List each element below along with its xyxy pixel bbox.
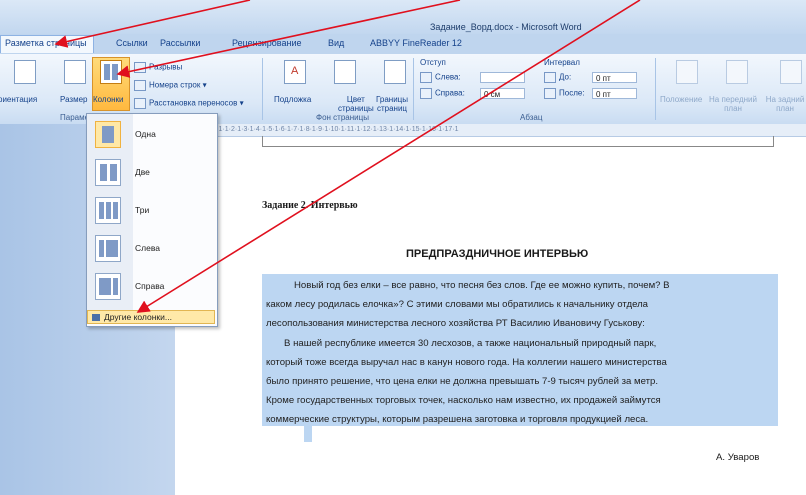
indent-left-input[interactable] <box>480 72 525 83</box>
tab-review[interactable]: Рецензирование <box>232 38 302 48</box>
columns-button[interactable]: Колонки <box>93 95 124 104</box>
position-button[interactable]: Положение <box>660 95 702 104</box>
body-line: лесопользования министерства лесного хоз… <box>266 318 645 329</box>
title-bar: Задание_Ворд.docx - Microsoft Word <box>0 0 806 34</box>
position-icon[interactable] <box>676 60 698 84</box>
indent-left-icon <box>420 72 432 83</box>
body-line: коммерческие структуры, которым разрешен… <box>266 414 649 425</box>
columns-option-one[interactable]: Одна <box>91 117 215 153</box>
columns-option-three[interactable]: Три <box>91 193 215 229</box>
task-heading: Задание 2. Интервью <box>262 200 358 211</box>
hyphenation-icon <box>134 98 146 109</box>
indent-right-icon <box>420 88 432 99</box>
spacing-after-label: После: <box>544 88 585 99</box>
indent-right-label: Справа: <box>420 88 465 99</box>
tab-page-layout[interactable]: Разметка страницы <box>0 35 94 53</box>
hyphenation-button[interactable]: Расстановка переносов ▾ <box>134 98 244 109</box>
columns-dropdown: Одна Две Три Слева Справа Другие колонки… <box>86 113 218 327</box>
line-numbers-button[interactable]: Номера строк ▾ <box>134 80 207 91</box>
page-borders-button[interactable]: Границы страниц <box>376 95 408 113</box>
spacing-label: Интервал <box>544 58 580 67</box>
indent-label: Отступ <box>420 58 446 67</box>
columns-option-left[interactable]: Слева <box>91 231 215 267</box>
body-line: В нашей республике имеется 30 лесхозов, … <box>284 338 657 349</box>
send-back-icon[interactable] <box>780 60 802 84</box>
bring-front-button[interactable]: На передний план <box>704 95 762 113</box>
one-column-icon <box>95 121 121 148</box>
tab-references[interactable]: Ссылки <box>116 38 148 48</box>
two-columns-icon <box>95 159 121 186</box>
ribbon-tabs: Разметка страницы Ссылки Рассылки Реценз… <box>0 34 806 55</box>
text-selection <box>304 426 312 442</box>
document-title: ПРЕДПРАЗДНИЧНОЕ ИНТЕРВЬЮ <box>406 248 589 260</box>
watermark-icon[interactable]: A <box>284 60 306 84</box>
paragraph-group-label: Абзац <box>520 113 543 122</box>
tab-mailings[interactable]: Рассылки <box>160 38 200 48</box>
columns-icon <box>92 314 100 321</box>
window-title: Задание_Ворд.docx - Microsoft Word <box>430 22 582 32</box>
watermark-button[interactable]: Подложка <box>274 95 311 104</box>
size-button[interactable]: Размер <box>60 95 88 104</box>
page-color-button[interactable]: Цвет страницы <box>338 95 374 113</box>
orientation-button[interactable]: риентация <box>0 95 37 104</box>
columns-option-right[interactable]: Справа <box>91 269 215 305</box>
body-line: Кроме государственных торговых точек, на… <box>266 395 661 406</box>
body-line: который тоже всегда выручал нас в канун … <box>266 357 667 368</box>
spacing-before-label: До: <box>544 72 571 83</box>
spacing-before-icon <box>544 72 556 83</box>
line-numbers-icon <box>134 80 146 91</box>
body-line: Новый год без елки – все равно, что песн… <box>294 280 670 291</box>
indent-left-label: Слева: <box>420 72 461 83</box>
page-borders-icon[interactable] <box>384 60 406 84</box>
spacing-after-icon <box>544 88 556 99</box>
background-group-label: Фон страницы <box>316 113 369 122</box>
three-columns-icon <box>95 197 121 224</box>
body-line: было принято решение, что цена елки не д… <box>266 376 659 387</box>
right-column-icon <box>95 273 121 300</box>
spacing-before-input[interactable]: 0 пт <box>592 72 637 83</box>
tab-view[interactable]: Вид <box>328 38 344 48</box>
size-icon[interactable] <box>64 60 86 84</box>
breaks-button[interactable]: Разрывы <box>134 62 182 73</box>
tab-abbyy[interactable]: ABBYY FineReader 12 <box>370 38 462 48</box>
body-line: каком лесу родилась елочка»? С этими сло… <box>266 299 649 310</box>
author: А. Уваров <box>716 452 760 463</box>
group-separator <box>655 58 656 120</box>
orientation-icon[interactable] <box>14 60 36 84</box>
columns-icon[interactable] <box>100 60 122 84</box>
page-color-icon[interactable] <box>334 60 356 84</box>
columns-option-two[interactable]: Две <box>91 155 215 191</box>
left-column-icon <box>95 235 121 262</box>
bring-front-icon[interactable] <box>726 60 748 84</box>
header-boundary <box>262 136 774 147</box>
group-separator <box>262 58 263 120</box>
send-back-button[interactable]: На задний план <box>764 95 806 113</box>
group-separator <box>413 58 414 120</box>
more-columns-button[interactable]: Другие колонки... <box>87 310 215 324</box>
indent-right-input[interactable]: 0 см <box>480 88 525 99</box>
breaks-icon <box>134 62 146 73</box>
spacing-after-input[interactable]: 0 пт <box>592 88 637 99</box>
